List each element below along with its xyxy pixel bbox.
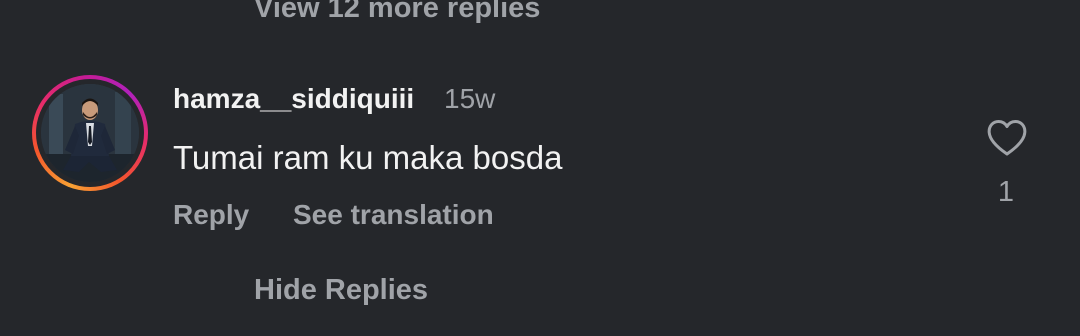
like-button[interactable] xyxy=(986,118,1028,158)
comment-username[interactable]: hamza__siddiquiii xyxy=(173,80,414,118)
heart-outline-icon xyxy=(987,120,1027,156)
comment-timestamp: 15w xyxy=(444,83,496,114)
hide-replies-button[interactable]: Hide Replies xyxy=(254,271,428,309)
avatar-photo xyxy=(41,84,139,182)
avatar-ring-gap xyxy=(36,79,144,187)
see-translation-button[interactable]: See translation xyxy=(293,196,494,234)
comment-text: Tumai ram ku maka bosda xyxy=(173,139,563,176)
reply-button[interactable]: Reply xyxy=(173,196,249,234)
person-photo-icon xyxy=(41,84,139,182)
like-count: 1 xyxy=(997,176,1015,208)
view-more-replies-button[interactable]: View 12 more replies xyxy=(254,0,540,26)
avatar[interactable] xyxy=(32,75,148,191)
